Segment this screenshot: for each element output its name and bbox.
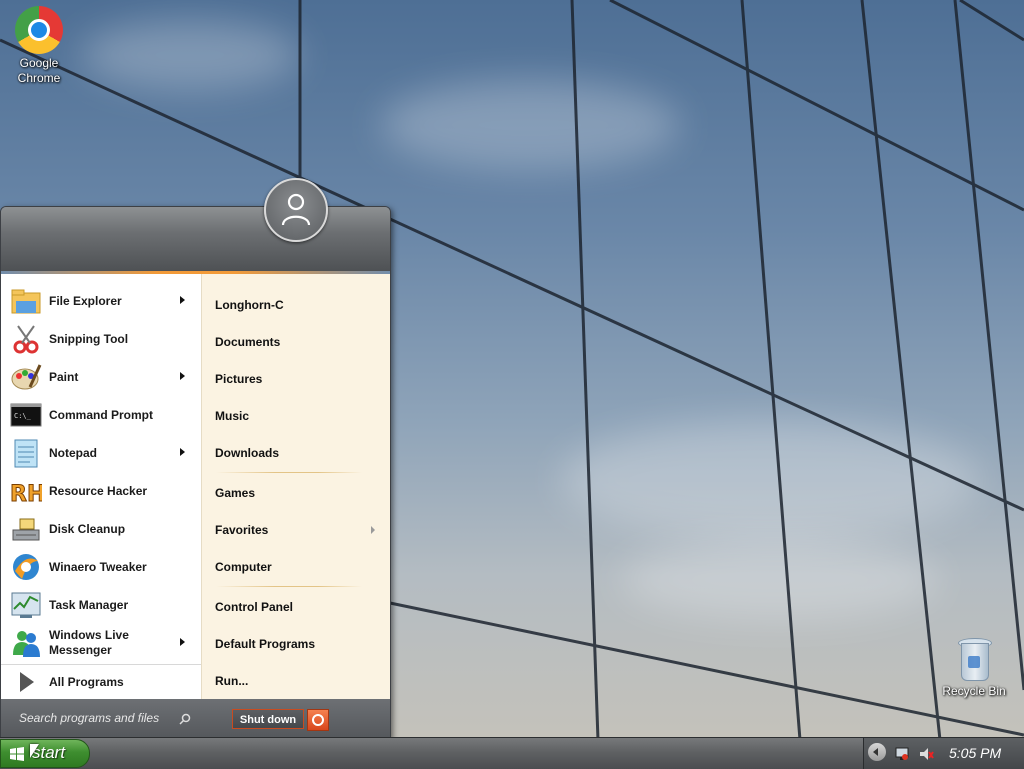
places-panel: Longhorn-C Documents Pictures Music Down… xyxy=(201,274,390,699)
place-label: Control Panel xyxy=(215,600,294,614)
submenu-arrow-icon xyxy=(180,448,185,456)
program-task-manager[interactable]: Task Manager xyxy=(1,586,197,624)
volume-muted-icon[interactable] xyxy=(918,746,934,767)
program-resource-hacker[interactable]: RH Resource Hacker xyxy=(1,472,197,510)
desktop-icon-label: Chrome xyxy=(17,71,61,85)
place-label: Favorites xyxy=(215,523,269,537)
program-notepad[interactable]: Notepad xyxy=(1,434,197,472)
start-menu: File Explorer Snipping Tool Paint C:\_ C… xyxy=(0,206,391,739)
place-pictures[interactable]: Pictures xyxy=(215,372,262,386)
program-label-line: Messenger xyxy=(49,643,112,657)
desktop-icon-label: Recycle Bin xyxy=(942,684,1006,698)
messenger-icon xyxy=(10,627,42,659)
resource-hacker-icon: RH xyxy=(10,475,46,508)
program-snipping-tool[interactable]: Snipping Tool xyxy=(1,320,197,358)
show-hidden-icons-arrow[interactable] xyxy=(868,743,886,761)
windows-logo-icon xyxy=(10,747,24,761)
place-longhorn-c[interactable]: Longhorn-C xyxy=(215,298,284,312)
submenu-arrow-icon xyxy=(180,372,185,380)
place-downloads[interactable]: Downloads xyxy=(215,446,279,460)
place-label: Music xyxy=(215,409,250,423)
all-programs-arrow-icon xyxy=(10,666,42,698)
program-label: Resource Hacker xyxy=(49,483,148,498)
place-label: Longhorn-C xyxy=(215,298,284,312)
place-games[interactable]: Games xyxy=(215,486,255,500)
program-label: Paint xyxy=(49,369,79,384)
disk-cleanup-icon xyxy=(10,513,42,545)
place-label: Computer xyxy=(215,560,272,574)
program-label: Notepad xyxy=(49,445,97,460)
program-paint[interactable]: Paint xyxy=(1,358,197,396)
task-manager-icon xyxy=(10,589,42,621)
file-explorer-icon xyxy=(10,285,42,317)
winaero-tweaker-icon xyxy=(10,551,42,583)
program-label: Task Manager xyxy=(49,597,129,612)
taskbar: start 5:05 PM xyxy=(0,737,1024,769)
submenu-arrow-icon xyxy=(371,526,375,534)
snipping-tool-icon xyxy=(10,323,42,355)
place-computer[interactable]: Computer xyxy=(215,560,272,574)
program-label: File Explorer xyxy=(49,293,122,308)
submenu-arrow-icon xyxy=(180,296,185,304)
svg-text:RH: RH xyxy=(10,482,42,507)
place-favorites[interactable]: Favorites xyxy=(215,523,385,537)
place-default-programs[interactable]: Default Programs xyxy=(215,637,315,651)
notification-area: 5:05 PM xyxy=(863,738,1024,769)
program-windows-live-messenger[interactable]: Windows Live Messenger xyxy=(1,624,197,662)
place-label: Documents xyxy=(215,335,281,349)
places-separator xyxy=(216,586,362,587)
desktop-icon-label: Google xyxy=(19,56,59,70)
place-label: Downloads xyxy=(215,446,280,460)
submenu-arrow-icon xyxy=(180,638,185,646)
search-input[interactable]: Search programs and files xyxy=(19,711,159,725)
place-label: Games xyxy=(215,486,256,500)
place-label: Default Programs xyxy=(215,637,316,651)
svg-text:C:\_: C:\_ xyxy=(14,412,32,420)
place-run[interactable]: Run... xyxy=(215,674,248,688)
program-command-prompt[interactable]: C:\_ Command Prompt xyxy=(1,396,197,434)
places-separator xyxy=(216,472,362,473)
start-button[interactable]: start xyxy=(0,739,90,768)
paint-icon xyxy=(10,361,42,393)
all-programs-button[interactable]: All Programs xyxy=(1,664,201,699)
desktop-icon-chrome[interactable]: Google Chrome xyxy=(1,6,77,86)
start-menu-header xyxy=(1,207,390,271)
power-options-icon[interactable] xyxy=(307,709,329,731)
notepad-icon xyxy=(10,437,42,469)
program-label: Windows Live Messenger xyxy=(49,628,129,658)
shutdown-button[interactable]: Shut down xyxy=(232,709,304,729)
all-programs-label: All Programs xyxy=(49,674,124,689)
start-menu-footer: Search programs and files Shut down xyxy=(1,699,390,738)
user-avatar-icon[interactable] xyxy=(264,178,328,242)
program-label: Disk Cleanup xyxy=(49,521,126,536)
program-disk-cleanup[interactable]: Disk Cleanup xyxy=(1,510,197,548)
search-icon xyxy=(179,712,191,730)
program-label: Command Prompt xyxy=(49,407,154,422)
desktop-icon-recycle-bin[interactable]: Recycle Bin xyxy=(936,638,1012,699)
recycle-bin-icon xyxy=(958,638,992,681)
place-documents[interactable]: Documents xyxy=(215,335,280,349)
network-icon[interactable] xyxy=(894,746,910,767)
chrome-icon xyxy=(15,6,63,54)
place-control-panel[interactable]: Control Panel xyxy=(215,600,293,614)
program-winaero-tweaker[interactable]: Winaero Tweaker xyxy=(1,548,197,586)
place-music[interactable]: Music xyxy=(215,409,249,423)
command-prompt-icon: C:\_ xyxy=(10,399,42,431)
mouse-cursor-icon xyxy=(30,744,39,758)
system-clock[interactable]: 5:05 PM xyxy=(949,745,1001,761)
place-label: Run... xyxy=(215,674,249,688)
program-label: Winaero Tweaker xyxy=(49,559,147,574)
program-file-explorer[interactable]: File Explorer xyxy=(1,282,197,320)
pinned-programs-panel: File Explorer Snipping Tool Paint C:\_ C… xyxy=(1,274,201,699)
program-label: Snipping Tool xyxy=(49,331,129,346)
program-label-line: Windows Live xyxy=(49,628,129,642)
place-label: Pictures xyxy=(215,372,263,386)
